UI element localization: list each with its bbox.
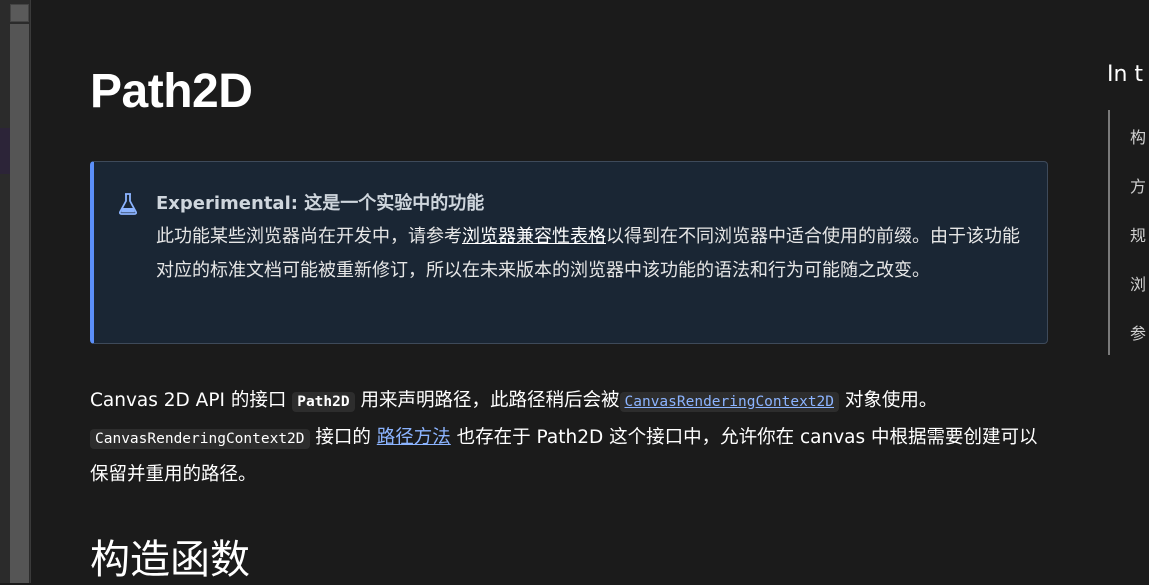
notecard-body: 此功能某些浏览器尚在开发中，请参考浏览器兼容性表格以得到在不同浏览器中适合使用的… xyxy=(156,220,1036,288)
flask-icon xyxy=(118,193,138,215)
intro-text: 接口的 xyxy=(309,427,377,448)
path2d-code: Path2D xyxy=(292,392,355,412)
notecard-text: 此功能某些浏览器尚在开发中，请参考 xyxy=(156,226,462,247)
toc-item-specifications[interactable]: 规 xyxy=(1130,222,1146,246)
scroll-up-button[interactable] xyxy=(10,4,29,22)
intro-text: Canvas 2D API 的接口 xyxy=(90,390,293,411)
toc-item-see-also[interactable]: 参 xyxy=(1130,320,1146,344)
left-sidebar-edge xyxy=(0,0,31,583)
constructor-heading: 构造函数 xyxy=(90,537,250,583)
canvas-context-link-code: CanvasRenderingContext2D xyxy=(619,392,840,412)
path-methods-link[interactable]: 路径方法 xyxy=(377,427,451,448)
toc-item-methods[interactable]: 方 xyxy=(1130,173,1146,197)
compat-table-link[interactable]: 浏览器兼容性表格 xyxy=(462,226,606,247)
toc-title: In t xyxy=(1107,62,1144,87)
sidebar-scrollbar-thumb[interactable] xyxy=(10,24,29,583)
intro-text: 对象使用。 xyxy=(839,390,938,411)
sidebar-active-item-edge xyxy=(0,128,10,174)
intro-text: 用来声明路径，此路径稍后会被 xyxy=(354,390,620,411)
canvas-context-code: CanvasRenderingContext2D xyxy=(90,429,310,449)
toc-item-browser-compat[interactable]: 浏 xyxy=(1130,271,1146,295)
canvas-context-link[interactable]: CanvasRenderingContext2D xyxy=(619,390,840,412)
toc-item-constructor[interactable]: 构 xyxy=(1130,124,1146,148)
notecard-heading: Experimental: 这是一个实验中的功能 xyxy=(156,193,485,214)
toc-list: 构 方 规 浏 参 xyxy=(1108,110,1149,355)
experimental-notecard: Experimental: 这是一个实验中的功能 此功能某些浏览器尚在开发中，请… xyxy=(90,161,1048,344)
intro-paragraph: Canvas 2D API 的接口 Path2D 用来声明路径，此路径稍后会被 C… xyxy=(90,383,1048,492)
page-title: Path2D xyxy=(90,65,253,118)
